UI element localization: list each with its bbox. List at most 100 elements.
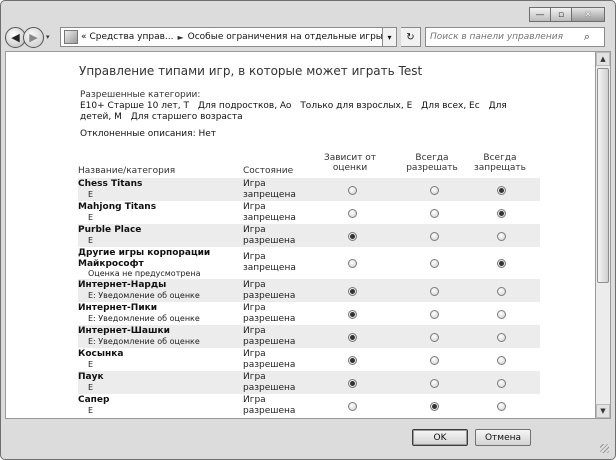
radio-depends-on-rating[interactable]: [348, 310, 357, 319]
game-name: Chess Titans: [78, 179, 143, 189]
table-row: Другие игры корпорации Майкрософт Оценка …: [78, 247, 540, 279]
radio-depends-on-rating[interactable]: [348, 379, 357, 388]
search-box[interactable]: ⌕: [425, 27, 605, 47]
scroll-thumb[interactable]: [597, 68, 609, 283]
resize-grip-icon[interactable]: [600, 444, 609, 453]
game-name: Паук: [78, 372, 104, 382]
radio-depends-on-rating[interactable]: [348, 209, 357, 218]
radio-always-block[interactable]: [497, 186, 506, 195]
game-name: Mahjong Titans: [78, 202, 157, 212]
address-dropdown-button[interactable]: ▾: [383, 27, 397, 47]
vertical-scrollbar[interactable]: ▲ ▼: [596, 51, 611, 419]
radio-always-allow[interactable]: [430, 232, 439, 241]
refresh-icon: ↻: [406, 31, 415, 43]
game-state: Игра запрещена: [243, 179, 296, 200]
table-row: Сапер E Игра разрешена: [78, 394, 540, 417]
game-state: Игра разрешена: [243, 372, 296, 393]
radio-always-block[interactable]: [497, 232, 506, 241]
radio-depends-on-rating[interactable]: [348, 186, 357, 195]
page-title: Управление типами игр, в которые может и…: [79, 64, 423, 78]
table-row: Chess Titans E Игра запрещена: [78, 178, 540, 201]
allowed-category: Для старшего возраста: [130, 112, 243, 122]
dialog-button-bar: OK Отмена: [5, 419, 611, 455]
radio-always-block[interactable]: [497, 259, 506, 268]
game-rating: E: [88, 383, 94, 392]
forward-arrow-icon: ▶: [29, 30, 38, 44]
radio-always-block[interactable]: [497, 209, 506, 218]
table-row: Паук E Игра разрешена: [78, 371, 540, 394]
radio-always-allow[interactable]: [430, 209, 439, 218]
table-row: Purble Place E Игра разрешена: [78, 224, 540, 247]
allowed-category: Только для взрослых, E: [300, 101, 413, 111]
navigation-bar: ◀ ▶ ▾ « Средства управ... ► Особые огран…: [5, 24, 611, 50]
radio-always-allow[interactable]: [430, 287, 439, 296]
radio-always-allow[interactable]: [430, 356, 439, 365]
parental-controls-window: — ▫ ✕ ◀ ▶ ▾ « Средства управ... ► Особые…: [0, 0, 616, 460]
breadcrumb-separator-icon[interactable]: ►: [177, 33, 183, 42]
breadcrumb-item-admin-tools[interactable]: Средства управ...: [90, 32, 174, 42]
game-state: Игра разрешена: [243, 349, 296, 370]
radio-always-block[interactable]: [497, 379, 506, 388]
game-name: Интернет-Пики: [78, 303, 158, 313]
radio-always-block[interactable]: [497, 402, 506, 411]
radio-always-allow[interactable]: [430, 333, 439, 342]
game-rating: E: Уведомление об оценке: [88, 337, 200, 346]
caption-buttons: — ▫ ✕: [529, 7, 605, 22]
radio-depends-on-rating[interactable]: [348, 333, 357, 342]
radio-always-allow[interactable]: [430, 259, 439, 268]
allowed-category: Для всех, Ec: [421, 101, 480, 111]
column-header-name: Название/категория: [78, 166, 176, 176]
allowed-category: E10+ Старше 10 лет, Т: [80, 101, 189, 111]
scroll-down-button[interactable]: ▼: [596, 404, 610, 418]
radio-always-allow[interactable]: [430, 379, 439, 388]
game-name: Сапер: [78, 395, 110, 405]
radio-always-block[interactable]: [497, 310, 506, 319]
radio-always-block[interactable]: [497, 356, 506, 365]
game-state: Игра запрещена: [243, 252, 296, 273]
radio-depends-on-rating[interactable]: [348, 356, 357, 365]
radio-always-block[interactable]: [497, 287, 506, 296]
back-arrow-icon: ◀: [11, 30, 20, 44]
radio-always-allow[interactable]: [430, 186, 439, 195]
table-row: Интернет-Нарды E: Уведомление об оценке Иг…: [78, 279, 540, 302]
radio-depends-on-rating[interactable]: [348, 287, 357, 296]
game-rating: E: [88, 190, 94, 199]
forward-button[interactable]: ▶: [23, 26, 44, 48]
ok-button[interactable]: OK: [412, 429, 468, 446]
cancel-button[interactable]: Отмена: [475, 429, 531, 446]
search-icon[interactable]: ⌕: [578, 30, 596, 44]
content-pane: Управление типами игр, в которые может и…: [5, 51, 596, 419]
breadcrumb-overflow[interactable]: «: [81, 32, 87, 42]
radio-always-allow[interactable]: [430, 310, 439, 319]
maximize-button[interactable]: ▫: [550, 7, 572, 22]
address-bar[interactable]: « Средства управ... ► Особые ограничения…: [60, 27, 383, 47]
control-panel-icon: [64, 30, 78, 44]
game-state: Игра разрешена: [243, 225, 296, 246]
recent-pages-dropdown[interactable]: ▾: [46, 33, 54, 41]
table-row: Косынка E Игра разрешена: [78, 348, 540, 371]
radio-always-block[interactable]: [497, 333, 506, 342]
game-name: Интернет-Шашки: [78, 326, 170, 336]
refresh-button[interactable]: ↻: [401, 27, 421, 47]
radio-depends-on-rating[interactable]: [348, 232, 357, 241]
game-state: Игра разрешена: [243, 280, 296, 301]
rejected-descriptors: Отклоненные описания: Нет: [80, 129, 217, 139]
game-rating: E: [88, 213, 94, 222]
game-state: Игра разрешена: [243, 326, 296, 347]
search-input[interactable]: [430, 32, 578, 42]
allowed-categories-label: Разрешенные категории:: [80, 90, 201, 100]
radio-always-allow[interactable]: [430, 402, 439, 411]
game-name: Purble Place: [78, 225, 142, 235]
scroll-up-button[interactable]: ▲: [596, 52, 610, 66]
game-name: Косынка: [78, 349, 124, 359]
minimize-button[interactable]: —: [529, 7, 551, 22]
radio-depends-on-rating[interactable]: [348, 259, 357, 268]
game-rating: E: Уведомление об оценке: [88, 291, 200, 300]
breadcrumb-item-game-restrictions[interactable]: Особые ограничения на отдельные игры: [188, 32, 382, 42]
column-header-always-block: Всегда запрещать: [474, 153, 526, 173]
radio-depends-on-rating[interactable]: [348, 402, 357, 411]
game-rating: E: Уведомление об оценке: [88, 314, 200, 323]
game-state: Игра разрешена: [243, 303, 296, 324]
table-row: Mahjong Titans E Игра запрещена: [78, 201, 540, 224]
close-button[interactable]: ✕: [571, 7, 605, 22]
